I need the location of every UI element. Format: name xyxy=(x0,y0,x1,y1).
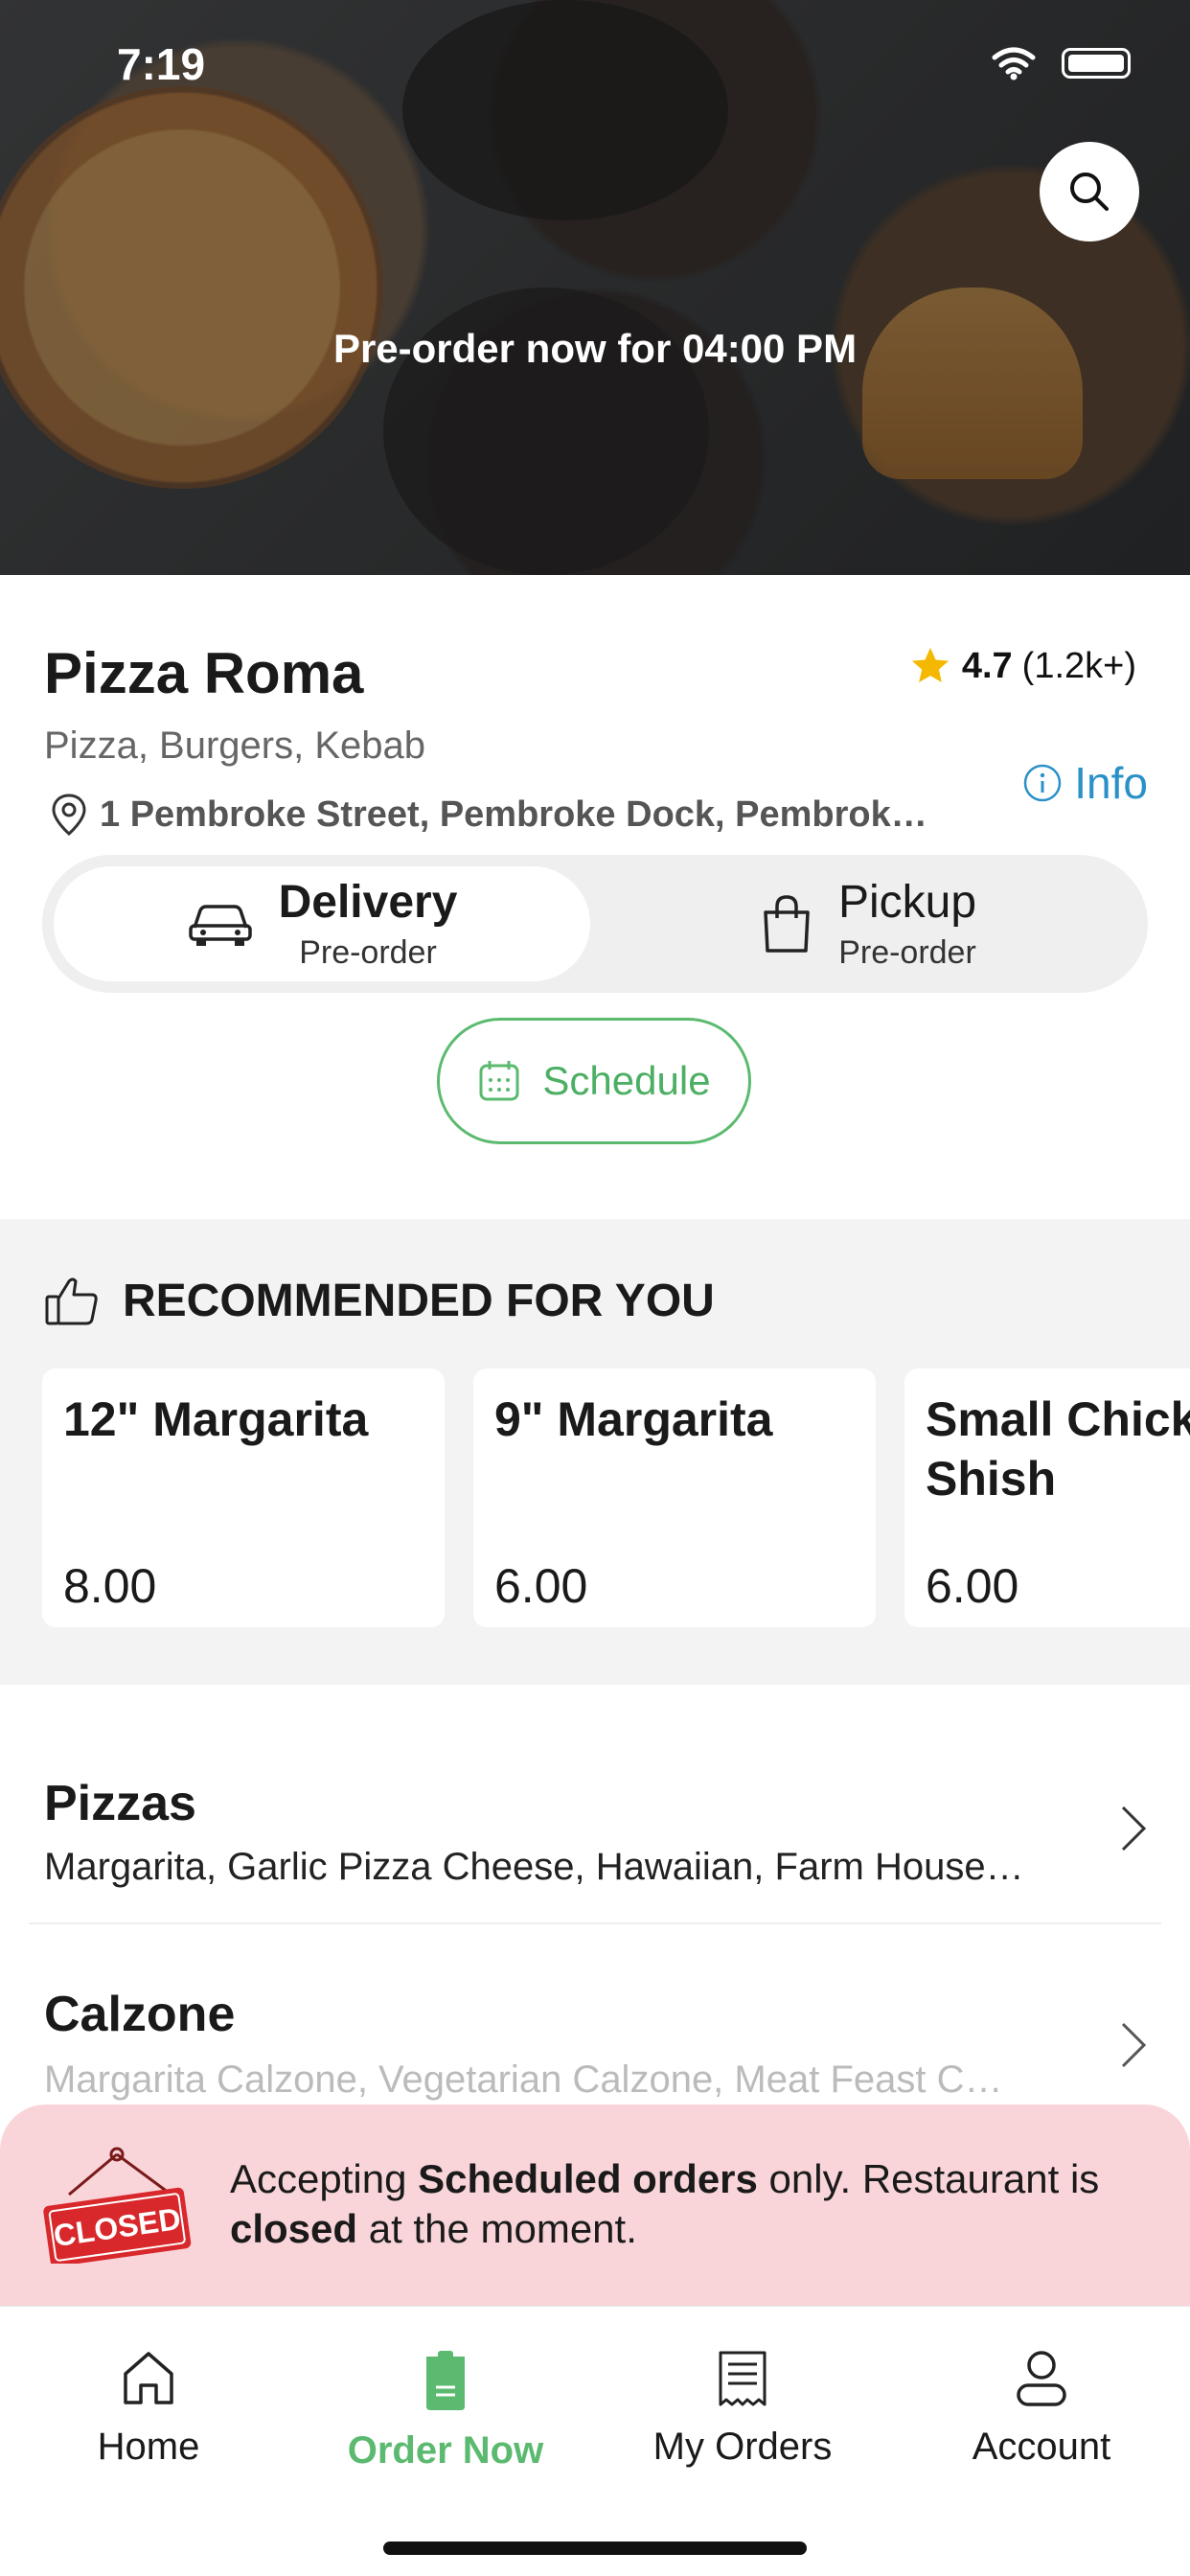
thumbs-up-icon xyxy=(45,1277,98,1324)
user-icon xyxy=(1017,2351,1066,2406)
chevron-right-icon xyxy=(1121,2022,1147,2068)
closed-message: Accepting Scheduled orders only. Restaur… xyxy=(230,2156,1100,2251)
car-icon xyxy=(188,905,252,946)
category-title: Pizzas xyxy=(44,1776,196,1831)
info-link[interactable]: Info xyxy=(1022,757,1148,809)
location-pin-icon xyxy=(52,794,86,836)
recommended-section: RECOMMENDED FOR YOU 12" Margarita 8.00 9… xyxy=(0,1219,1190,1685)
pickup-option[interactable]: Pickup Pre-order xyxy=(600,866,1136,981)
tab-home[interactable]: Home xyxy=(0,2349,297,2469)
recommended-card[interactable]: 12" Margarita 8.00 xyxy=(42,1368,445,1627)
star-icon xyxy=(911,647,950,683)
tab-account[interactable]: Account xyxy=(893,2349,1190,2469)
recommended-item-price: 8.00 xyxy=(63,1559,157,1613)
recommended-item-name: Small Chicken Shish xyxy=(926,1392,1190,1506)
order-mode-toggle: Delivery Pre-order Pickup Pre-order xyxy=(42,855,1148,993)
category-title: Calzone xyxy=(44,1987,236,2042)
closed-sign-icon: CLOSED xyxy=(43,2147,192,2264)
status-time: 7:19 xyxy=(117,39,206,89)
info-icon xyxy=(1024,764,1062,802)
schedule-label: Schedule xyxy=(542,1058,711,1103)
recommended-card[interactable]: Small Chicken Shish 6.00 xyxy=(904,1368,1190,1627)
delivery-option[interactable]: Delivery Pre-order xyxy=(54,866,590,981)
tab-account-label: Account xyxy=(972,2426,1111,2468)
home-icon xyxy=(124,2352,173,2404)
calendar-icon xyxy=(479,1061,519,1101)
category-items: Margarita Calzone, Vegetarian Calzone, M… xyxy=(44,2058,1003,2101)
chevron-right-icon xyxy=(1121,1806,1147,1852)
rating-value: 4.7 xyxy=(961,645,1013,686)
tab-my-orders[interactable]: My Orders xyxy=(594,2349,891,2469)
delivery-label: Delivery xyxy=(278,877,458,928)
battery-icon xyxy=(1062,48,1131,79)
search-button[interactable] xyxy=(1040,142,1139,242)
search-icon xyxy=(1070,172,1109,211)
closed-notice: CLOSED Accepting Scheduled orders only. … xyxy=(0,2104,1190,2306)
rating-count: (1.2k+) xyxy=(1021,645,1136,686)
category-row-pizzas[interactable]: Pizzas Margarita, Garlic Pizza Cheese, H… xyxy=(0,1683,1190,1922)
address: 1 Pembroke Street, Pembroke Dock, Pembro… xyxy=(48,792,968,838)
cuisines: Pizza, Burgers, Kebab xyxy=(44,724,425,767)
tab-my-orders-label: My Orders xyxy=(652,2426,833,2468)
rating: 4.7 (1.2k+) xyxy=(908,644,1136,688)
info-label: Info xyxy=(1074,758,1148,808)
recommended-title: RECOMMENDED FOR YOU xyxy=(123,1276,715,1326)
pickup-label: Pickup xyxy=(837,877,977,928)
preorder-title: Pre-order now for 04:00 PM xyxy=(332,326,858,371)
recommended-item-name: 12" Margarita xyxy=(63,1392,369,1446)
delivery-sub: Pre-order xyxy=(299,934,437,971)
recommended-card[interactable]: 9" Margarita 6.00 xyxy=(473,1368,876,1627)
address-text: 1 Pembroke Street, Pembroke Dock, Pembro… xyxy=(100,794,927,835)
home-indicator xyxy=(383,2542,807,2555)
restaurant-name: Pizza Roma xyxy=(44,641,364,705)
wifi-icon xyxy=(992,47,1036,80)
recommended-item-price: 6.00 xyxy=(926,1559,1019,1613)
hero-banner: 7:19 Pre-order now for 04:00 PM xyxy=(0,0,1190,575)
pickup-sub: Pre-order xyxy=(838,934,976,971)
schedule-button[interactable]: Schedule xyxy=(437,1018,751,1144)
recommended-header: RECOMMENDED FOR YOU xyxy=(44,1275,715,1327)
recommended-item-name: 9" Margarita xyxy=(494,1392,773,1446)
tab-order-now[interactable]: Order Now xyxy=(297,2349,594,2472)
bag-icon xyxy=(764,895,810,953)
receipt-icon xyxy=(719,2351,767,2406)
tab-home-label: Home xyxy=(97,2426,200,2468)
tab-bar: Home Order Now My Orders Account xyxy=(0,2306,1190,2576)
status-icons xyxy=(991,46,1131,80)
tab-order-now-label: Order Now xyxy=(347,2429,544,2472)
recommended-item-price: 6.00 xyxy=(494,1559,588,1613)
category-items: Margarita, Garlic Pizza Cheese, Hawaiian… xyxy=(44,1846,1024,1888)
order-icon xyxy=(426,2351,465,2410)
